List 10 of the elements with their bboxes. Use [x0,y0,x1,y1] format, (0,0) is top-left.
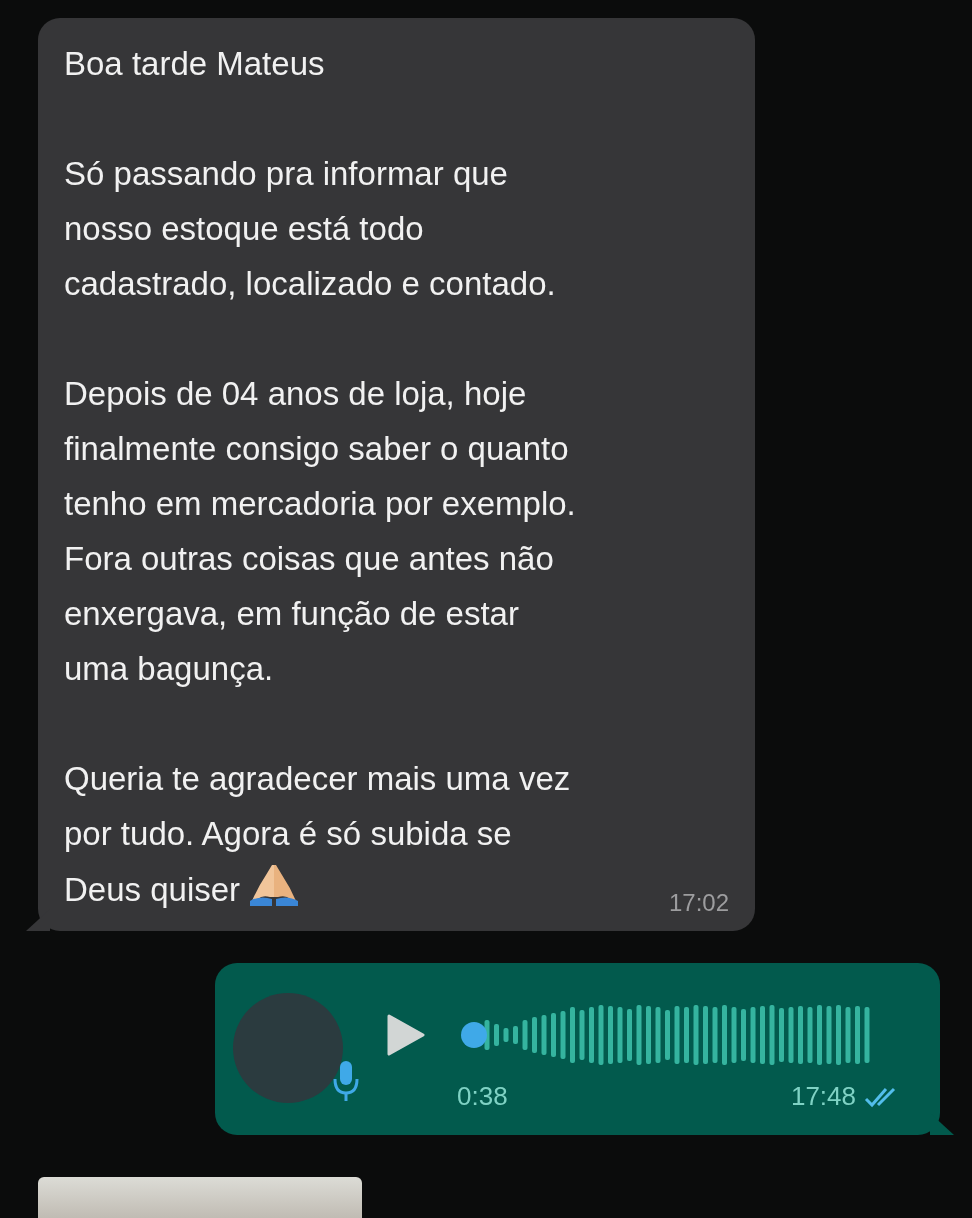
message-text: Queria te agradecer mais uma vez por tudo. Agora é só subida se Deus quiser [64,759,571,910]
message-text: Boa tarde Mateus [64,44,325,84]
duration-text: 0:38 [457,1081,508,1112]
message-text: Só passando pra informar que nosso estoque está todo cadastrado, localizado e contado. [64,154,556,304]
message-time: 17:02 [668,889,729,916]
message-time: 17:48 [790,1081,856,1112]
microphone-icon [333,1059,359,1103]
play-button[interactable] [387,1014,425,1056]
playback-handle[interactable] [461,1022,487,1048]
message-text: Depois de 04 anos de loja, hoje finalmente consigo saber o quanto tenho em mercadoria por exemplo. Fora outras coisas que antes não enxergava, em função de estar uma bagunça. [64,374,576,689]
